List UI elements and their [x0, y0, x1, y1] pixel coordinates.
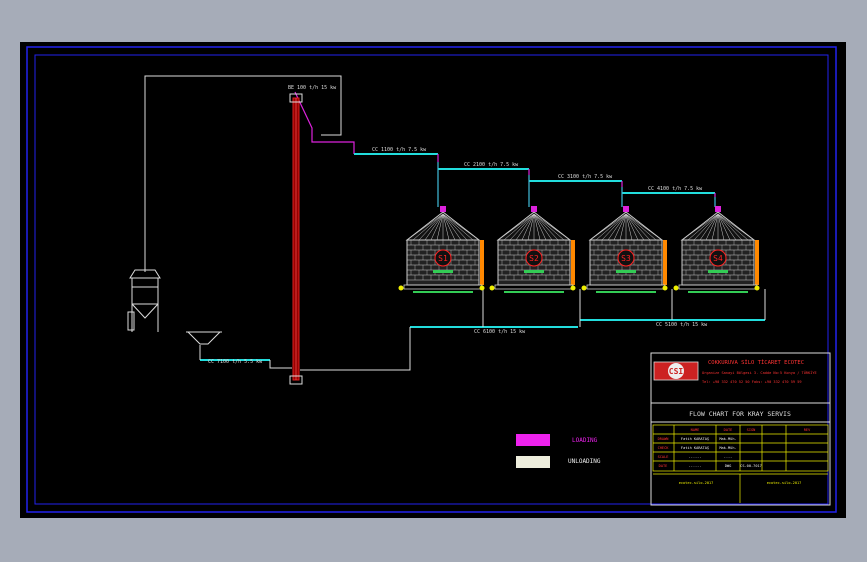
elevator-discharge-pipe: [294, 91, 355, 154]
silo-label: S1: [438, 254, 448, 263]
logo-text: CSI: [669, 367, 684, 376]
silo-gate-icon: [570, 285, 576, 291]
silo-base: [678, 284, 758, 290]
silo-3: S3: [581, 206, 668, 293]
elevator-label: BE 100 t/h 15 kw: [288, 85, 337, 91]
title-grid-cell: Fatih KARATAŞ: [681, 437, 709, 441]
silo-side-bar: [663, 240, 667, 285]
silo-side-bar: [571, 240, 575, 285]
title-grid-cell: ------: [689, 455, 702, 459]
label-cc5: CC 5100 t/h 15 kw: [656, 322, 708, 328]
drawing-sheet: BE 100 t/h 15 kw S1 S2 S3 S4 CC 1100 t/h 7.…: [20, 42, 846, 518]
silo-gate-icon: [754, 285, 760, 291]
silo-gate-icon: [581, 285, 587, 291]
intake-hopper: [127, 269, 161, 332]
title-grid-head: DATE: [724, 428, 733, 432]
title-grid-cell: Fatih KARATAŞ: [681, 446, 709, 450]
silo-label: S2: [529, 254, 539, 263]
silo-gate-icon: [662, 285, 668, 291]
drawing-title: FLOW CHART FOR KRAY SERVIS: [689, 410, 791, 418]
silo-side-bar: [755, 240, 759, 285]
silo-inlet: [715, 206, 721, 212]
title-grid-cell: CS-00-7017: [740, 464, 762, 468]
silo-inlet: [623, 206, 629, 212]
title-grid-head: REV: [804, 428, 811, 432]
silo-base: [494, 284, 574, 290]
label-cc7: CC 7100 t/h 5.5 kw: [208, 359, 263, 365]
company-phone: Tel: +90 332 470 52 50 Faks: +90 332 470…: [702, 380, 802, 384]
legend-loading-label: LOADING: [572, 437, 598, 444]
silo-inlet: [440, 206, 446, 212]
label-cc4: CC 4100 t/h 7.5 kw: [648, 186, 703, 192]
silo-inlet: [531, 206, 537, 212]
silo-4: S4: [673, 206, 760, 293]
title-grid-head: NAME: [691, 428, 700, 432]
label-cc3: CC 3100 t/h 7.5 kw: [558, 174, 613, 180]
footer-right: ecotec-silo-2017: [767, 481, 802, 485]
silo-base: [586, 284, 666, 290]
silo-group: S1 S2 S3 S4: [398, 206, 760, 293]
return-pipe: [300, 327, 411, 371]
legend-loading-swatch: [516, 434, 550, 446]
title-block: CSI COKKURUVA SİLO TİCARET ECOTEC Organi…: [650, 352, 831, 506]
silo-gate-icon: [673, 285, 679, 291]
company-address: Organize Sanayi Bölgesi 3. Cadde No:5 Ko…: [702, 370, 817, 375]
silo-base: [403, 284, 483, 290]
company-name: COKKURUVA SİLO TİCARET ECOTEC: [708, 359, 804, 366]
label-cc6: CC 6100 t/h 15 kw: [474, 329, 526, 335]
silo-level-bar: [708, 270, 728, 273]
silo-label: S3: [621, 254, 631, 263]
silo-gate-icon: [479, 285, 485, 291]
title-grid-cell: DRAWN: [658, 437, 669, 441]
silo-gate-icon: [489, 285, 495, 291]
legend-unloading-swatch: [516, 456, 550, 468]
silo-label: S4: [713, 254, 723, 263]
flow-chart-drawing: BE 100 t/h 15 kw S1 S2 S3 S4 CC 1100 t/h 7.…: [26, 46, 837, 513]
legend-unloading-label: UNLOADING: [568, 458, 601, 465]
label-cc2: CC 2100 t/h 7.5 kw: [464, 162, 519, 168]
label-cc1: CC 1100 t/h 7.5 kw: [372, 147, 427, 153]
intake-pipe: [144, 75, 342, 272]
footer-left: ecotec-silo-2017: [679, 481, 714, 485]
silo-level-bar: [616, 270, 636, 273]
title-grid-cell: DWG: [725, 464, 732, 468]
title-grid-cell: ------: [689, 464, 702, 468]
receiving-hopper: [186, 331, 222, 345]
silo-level-bar: [433, 270, 453, 273]
bucket-elevator: [289, 93, 303, 385]
title-grid-cell: Mak.Müh.: [719, 446, 736, 450]
title-grid-cell: CHECK: [658, 446, 670, 450]
title-grid-cell: Mak.Müh.: [719, 437, 736, 441]
silo-side-bar: [480, 240, 484, 285]
silo-level-bar: [524, 270, 544, 273]
title-grid-cell: SCALE: [658, 455, 669, 459]
silo-2: S2: [489, 206, 576, 293]
title-grid-cell: ----: [724, 455, 733, 459]
silo-1: S1: [398, 206, 485, 293]
title-grid-cell: DATE: [659, 464, 668, 468]
title-grid-head: SIGN: [747, 428, 756, 432]
silo-gate-icon: [398, 285, 404, 291]
